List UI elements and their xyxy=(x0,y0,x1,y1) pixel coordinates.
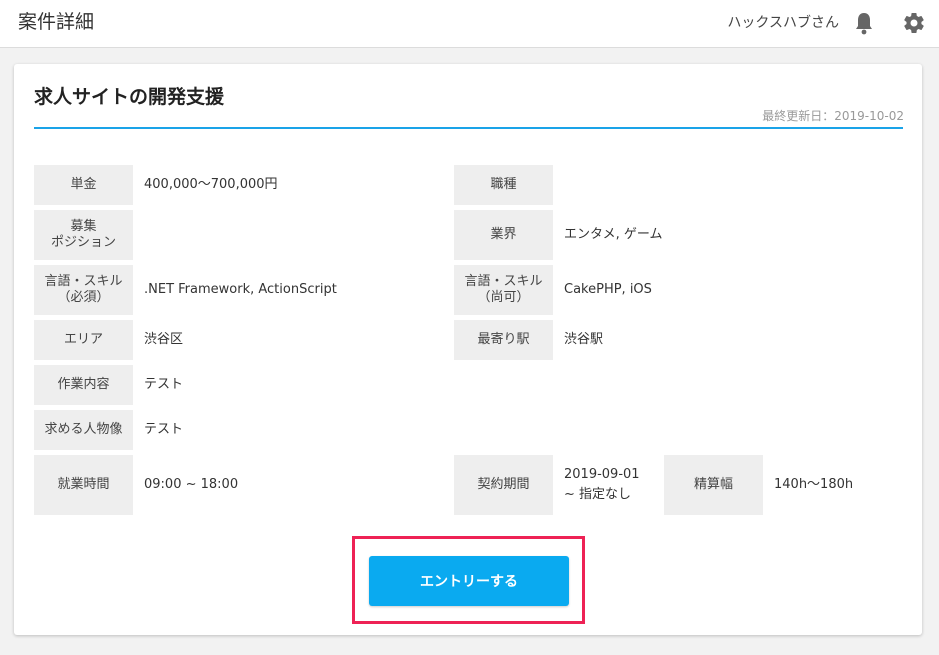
entry-button[interactable]: エントリーする xyxy=(369,556,569,606)
gear-icon[interactable] xyxy=(902,11,926,35)
page-title: 案件詳細 xyxy=(18,11,95,33)
user-name[interactable]: ハックスハブさん xyxy=(727,14,839,32)
detail-row: 就業時間 09:00 ~ 18:00 契約期間 2019-09-01 ~ 指定な… xyxy=(34,455,903,515)
value-rate: 400,000〜700,000円 xyxy=(144,177,278,192)
value-position xyxy=(144,210,444,260)
job-detail-card: 求人サイトの開発支援 最終更新日：2019-10-02 単金 400,000〜7… xyxy=(14,64,922,635)
label-work-hours: 就業時間 xyxy=(34,455,133,515)
bell-icon[interactable] xyxy=(853,11,875,35)
label-ideal-candidate: 求める人物像 xyxy=(34,410,133,450)
label-settlement: 精算幅 xyxy=(664,455,763,515)
label-skills-required: 言語・スキル （必須） xyxy=(34,265,133,315)
detail-row: エリア 渋谷区 最寄り駅 渋谷駅 xyxy=(34,320,903,360)
label-skills-optional: 言語・スキル （尚可） xyxy=(454,265,553,315)
detail-row: 求める人物像 テスト xyxy=(34,410,903,450)
label-contract-period: 契約期間 xyxy=(454,455,553,515)
title-divider xyxy=(34,127,903,129)
detail-row: 作業内容 テスト xyxy=(34,365,903,405)
job-title: 求人サイトの開発支援 xyxy=(34,86,225,108)
value-industry: エンタメ, ゲーム xyxy=(564,227,663,242)
last-updated: 最終更新日：2019-10-02 xyxy=(762,109,904,123)
detail-row: 言語・スキル （必須） .NET Framework, ActionScript… xyxy=(34,265,903,315)
label-station: 最寄り駅 xyxy=(454,320,553,360)
value-contract-period: 2019-09-01 ~ 指定なし xyxy=(564,467,640,502)
value-work-hours: 09:00 ~ 18:00 xyxy=(144,477,239,492)
value-work-content: テスト xyxy=(144,377,184,392)
top-bar: 案件詳細 ハックスハブさん xyxy=(0,0,939,48)
detail-row: 単金 400,000〜700,000円 職種 xyxy=(34,165,903,205)
label-rate: 単金 xyxy=(34,165,133,205)
value-job-type xyxy=(564,165,894,205)
value-station: 渋谷駅 xyxy=(564,332,604,347)
label-area: エリア xyxy=(34,320,133,360)
label-position: 募集 ポジション xyxy=(34,210,133,260)
value-area: 渋谷区 xyxy=(144,332,184,347)
value-settlement: 140h〜180h xyxy=(774,477,854,492)
value-ideal-candidate: テスト xyxy=(144,422,184,437)
label-work-content: 作業内容 xyxy=(34,365,133,405)
detail-row: 募集 ポジション 業界 エンタメ, ゲーム xyxy=(34,210,903,260)
label-industry: 業界 xyxy=(454,210,553,260)
label-job-type: 職種 xyxy=(454,165,553,205)
value-skills-optional: CakePHP, iOS xyxy=(564,282,652,297)
value-skills-required: .NET Framework, ActionScript xyxy=(144,282,337,297)
